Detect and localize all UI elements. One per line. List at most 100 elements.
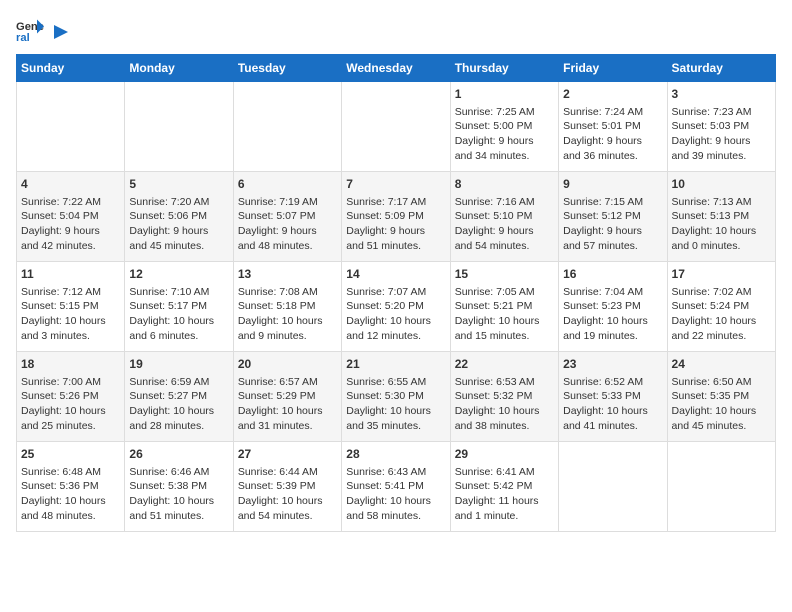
calendar-cell: 5 Sunrise: 7:20 AM Sunset: 5:06 PM Daylig… bbox=[125, 172, 233, 262]
calendar-cell bbox=[17, 82, 125, 172]
day-info: Sunrise: 7:00 AM Sunset: 5:26 PM Dayligh… bbox=[21, 375, 120, 434]
day-number: 12 bbox=[129, 266, 228, 283]
day-number: 29 bbox=[455, 446, 554, 463]
calendar-cell: 21 Sunrise: 6:55 AM Sunset: 5:30 PM Dayli… bbox=[342, 352, 450, 442]
col-header-saturday: Saturday bbox=[667, 55, 775, 82]
calendar-header-row: SundayMondayTuesdayWednesdayThursdayFrid… bbox=[17, 55, 776, 82]
calendar-cell: 11Sunrise: 7:12 AM Sunset: 5:15 PM Dayli… bbox=[17, 262, 125, 352]
calendar-cell: 7 Sunrise: 7:17 AM Sunset: 5:09 PM Daylig… bbox=[342, 172, 450, 262]
calendar-cell: 16 Sunrise: 7:04 AM Sunset: 5:23 PM Dayli… bbox=[559, 262, 667, 352]
day-number: 19 bbox=[129, 356, 228, 373]
calendar-cell: 18 Sunrise: 7:00 AM Sunset: 5:26 PM Dayli… bbox=[17, 352, 125, 442]
week-row-3: 11Sunrise: 7:12 AM Sunset: 5:15 PM Dayli… bbox=[17, 262, 776, 352]
col-header-friday: Friday bbox=[559, 55, 667, 82]
day-number: 22 bbox=[455, 356, 554, 373]
col-header-sunday: Sunday bbox=[17, 55, 125, 82]
day-info: Sunrise: 7:02 AM Sunset: 5:24 PM Dayligh… bbox=[672, 285, 771, 344]
day-number: 26 bbox=[129, 446, 228, 463]
calendar-cell: 23 Sunrise: 6:52 AM Sunset: 5:33 PM Dayli… bbox=[559, 352, 667, 442]
day-info: Sunrise: 7:19 AM Sunset: 5:07 PM Dayligh… bbox=[238, 195, 337, 254]
day-number: 28 bbox=[346, 446, 445, 463]
day-info: Sunrise: 7:25 AM Sunset: 5:00 PM Dayligh… bbox=[455, 105, 554, 164]
calendar-cell: 17 Sunrise: 7:02 AM Sunset: 5:24 PM Dayli… bbox=[667, 262, 775, 352]
day-info: Sunrise: 7:16 AM Sunset: 5:10 PM Dayligh… bbox=[455, 195, 554, 254]
day-number: 27 bbox=[238, 446, 337, 463]
calendar-cell: 26 Sunrise: 6:46 AM Sunset: 5:38 PM Dayli… bbox=[125, 442, 233, 532]
day-info: Sunrise: 7:12 AM Sunset: 5:15 PM Dayligh… bbox=[21, 285, 120, 344]
day-number: 4 bbox=[21, 176, 120, 193]
day-info: Sunrise: 6:52 AM Sunset: 5:33 PM Dayligh… bbox=[563, 375, 662, 434]
calendar-cell: 15 Sunrise: 7:05 AM Sunset: 5:21 PM Dayli… bbox=[450, 262, 558, 352]
day-number: 13 bbox=[238, 266, 337, 283]
calendar-cell: 27Sunrise: 6:44 AM Sunset: 5:39 PM Dayli… bbox=[233, 442, 341, 532]
day-info: Sunrise: 6:48 AM Sunset: 5:36 PM Dayligh… bbox=[21, 465, 120, 524]
col-header-wednesday: Wednesday bbox=[342, 55, 450, 82]
day-number: 8 bbox=[455, 176, 554, 193]
week-row-5: 25 Sunrise: 6:48 AM Sunset: 5:36 PM Dayli… bbox=[17, 442, 776, 532]
day-info: Sunrise: 7:08 AM Sunset: 5:18 PM Dayligh… bbox=[238, 285, 337, 344]
calendar-cell bbox=[125, 82, 233, 172]
day-info: Sunrise: 7:04 AM Sunset: 5:23 PM Dayligh… bbox=[563, 285, 662, 344]
day-info: Sunrise: 7:05 AM Sunset: 5:21 PM Dayligh… bbox=[455, 285, 554, 344]
calendar-cell: 9Sunrise: 7:15 AM Sunset: 5:12 PM Daylig… bbox=[559, 172, 667, 262]
calendar-cell: 19Sunrise: 6:59 AM Sunset: 5:27 PM Dayli… bbox=[125, 352, 233, 442]
day-info: Sunrise: 7:17 AM Sunset: 5:09 PM Dayligh… bbox=[346, 195, 445, 254]
calendar-cell: 2 Sunrise: 7:24 AM Sunset: 5:01 PM Daylig… bbox=[559, 82, 667, 172]
day-number: 16 bbox=[563, 266, 662, 283]
week-row-1: 1 Sunrise: 7:25 AM Sunset: 5:00 PM Daylig… bbox=[17, 82, 776, 172]
day-number: 7 bbox=[346, 176, 445, 193]
day-info: Sunrise: 6:43 AM Sunset: 5:41 PM Dayligh… bbox=[346, 465, 445, 524]
svg-text:ral: ral bbox=[16, 32, 30, 44]
day-number: 18 bbox=[21, 356, 120, 373]
day-number: 1 bbox=[455, 86, 554, 103]
col-header-tuesday: Tuesday bbox=[233, 55, 341, 82]
calendar-cell: 10 Sunrise: 7:13 AM Sunset: 5:13 PM Dayli… bbox=[667, 172, 775, 262]
week-row-4: 18 Sunrise: 7:00 AM Sunset: 5:26 PM Dayli… bbox=[17, 352, 776, 442]
calendar-cell: 28 Sunrise: 6:43 AM Sunset: 5:41 PM Dayli… bbox=[342, 442, 450, 532]
week-row-2: 4 Sunrise: 7:22 AM Sunset: 5:04 PM Daylig… bbox=[17, 172, 776, 262]
calendar-cell: 25 Sunrise: 6:48 AM Sunset: 5:36 PM Dayli… bbox=[17, 442, 125, 532]
day-info: Sunrise: 7:15 AM Sunset: 5:12 PM Dayligh… bbox=[563, 195, 662, 254]
calendar-cell bbox=[342, 82, 450, 172]
day-info: Sunrise: 7:10 AM Sunset: 5:17 PM Dayligh… bbox=[129, 285, 228, 344]
day-info: Sunrise: 7:22 AM Sunset: 5:04 PM Dayligh… bbox=[21, 195, 120, 254]
logo-triangle-icon bbox=[50, 23, 68, 41]
day-info: Sunrise: 7:24 AM Sunset: 5:01 PM Dayligh… bbox=[563, 105, 662, 164]
day-number: 2 bbox=[563, 86, 662, 103]
day-info: Sunrise: 7:07 AM Sunset: 5:20 PM Dayligh… bbox=[346, 285, 445, 344]
day-info: Sunrise: 6:57 AM Sunset: 5:29 PM Dayligh… bbox=[238, 375, 337, 434]
calendar-cell: 22 Sunrise: 6:53 AM Sunset: 5:32 PM Dayli… bbox=[450, 352, 558, 442]
day-info: Sunrise: 6:46 AM Sunset: 5:38 PM Dayligh… bbox=[129, 465, 228, 524]
day-number: 17 bbox=[672, 266, 771, 283]
day-number: 10 bbox=[672, 176, 771, 193]
page-header: Gene ral bbox=[16, 16, 776, 44]
day-info: Sunrise: 7:20 AM Sunset: 5:06 PM Dayligh… bbox=[129, 195, 228, 254]
day-info: Sunrise: 6:53 AM Sunset: 5:32 PM Dayligh… bbox=[455, 375, 554, 434]
col-header-monday: Monday bbox=[125, 55, 233, 82]
calendar-cell: 1 Sunrise: 7:25 AM Sunset: 5:00 PM Daylig… bbox=[450, 82, 558, 172]
calendar-cell: 8 Sunrise: 7:16 AM Sunset: 5:10 PM Daylig… bbox=[450, 172, 558, 262]
calendar-cell bbox=[559, 442, 667, 532]
calendar-cell: 3Sunrise: 7:23 AM Sunset: 5:03 PM Daylig… bbox=[667, 82, 775, 172]
calendar-cell bbox=[233, 82, 341, 172]
calendar-cell: 14 Sunrise: 7:07 AM Sunset: 5:20 PM Dayli… bbox=[342, 262, 450, 352]
day-number: 5 bbox=[129, 176, 228, 193]
day-number: 14 bbox=[346, 266, 445, 283]
day-info: Sunrise: 7:13 AM Sunset: 5:13 PM Dayligh… bbox=[672, 195, 771, 254]
calendar-cell: 20Sunrise: 6:57 AM Sunset: 5:29 PM Dayli… bbox=[233, 352, 341, 442]
calendar-cell: 29Sunrise: 6:41 AM Sunset: 5:42 PM Dayli… bbox=[450, 442, 558, 532]
logo-icon: Gene ral bbox=[16, 16, 44, 44]
day-number: 15 bbox=[455, 266, 554, 283]
calendar-cell: 12 Sunrise: 7:10 AM Sunset: 5:17 PM Dayli… bbox=[125, 262, 233, 352]
day-number: 25 bbox=[21, 446, 120, 463]
day-number: 24 bbox=[672, 356, 771, 373]
calendar-cell: 6Sunrise: 7:19 AM Sunset: 5:07 PM Daylig… bbox=[233, 172, 341, 262]
calendar-cell: 4 Sunrise: 7:22 AM Sunset: 5:04 PM Daylig… bbox=[17, 172, 125, 262]
calendar-table: SundayMondayTuesdayWednesdayThursdayFrid… bbox=[16, 54, 776, 532]
calendar-cell bbox=[667, 442, 775, 532]
day-info: Sunrise: 6:55 AM Sunset: 5:30 PM Dayligh… bbox=[346, 375, 445, 434]
day-number: 23 bbox=[563, 356, 662, 373]
logo: Gene ral bbox=[16, 16, 68, 44]
day-number: 21 bbox=[346, 356, 445, 373]
day-info: Sunrise: 6:50 AM Sunset: 5:35 PM Dayligh… bbox=[672, 375, 771, 434]
